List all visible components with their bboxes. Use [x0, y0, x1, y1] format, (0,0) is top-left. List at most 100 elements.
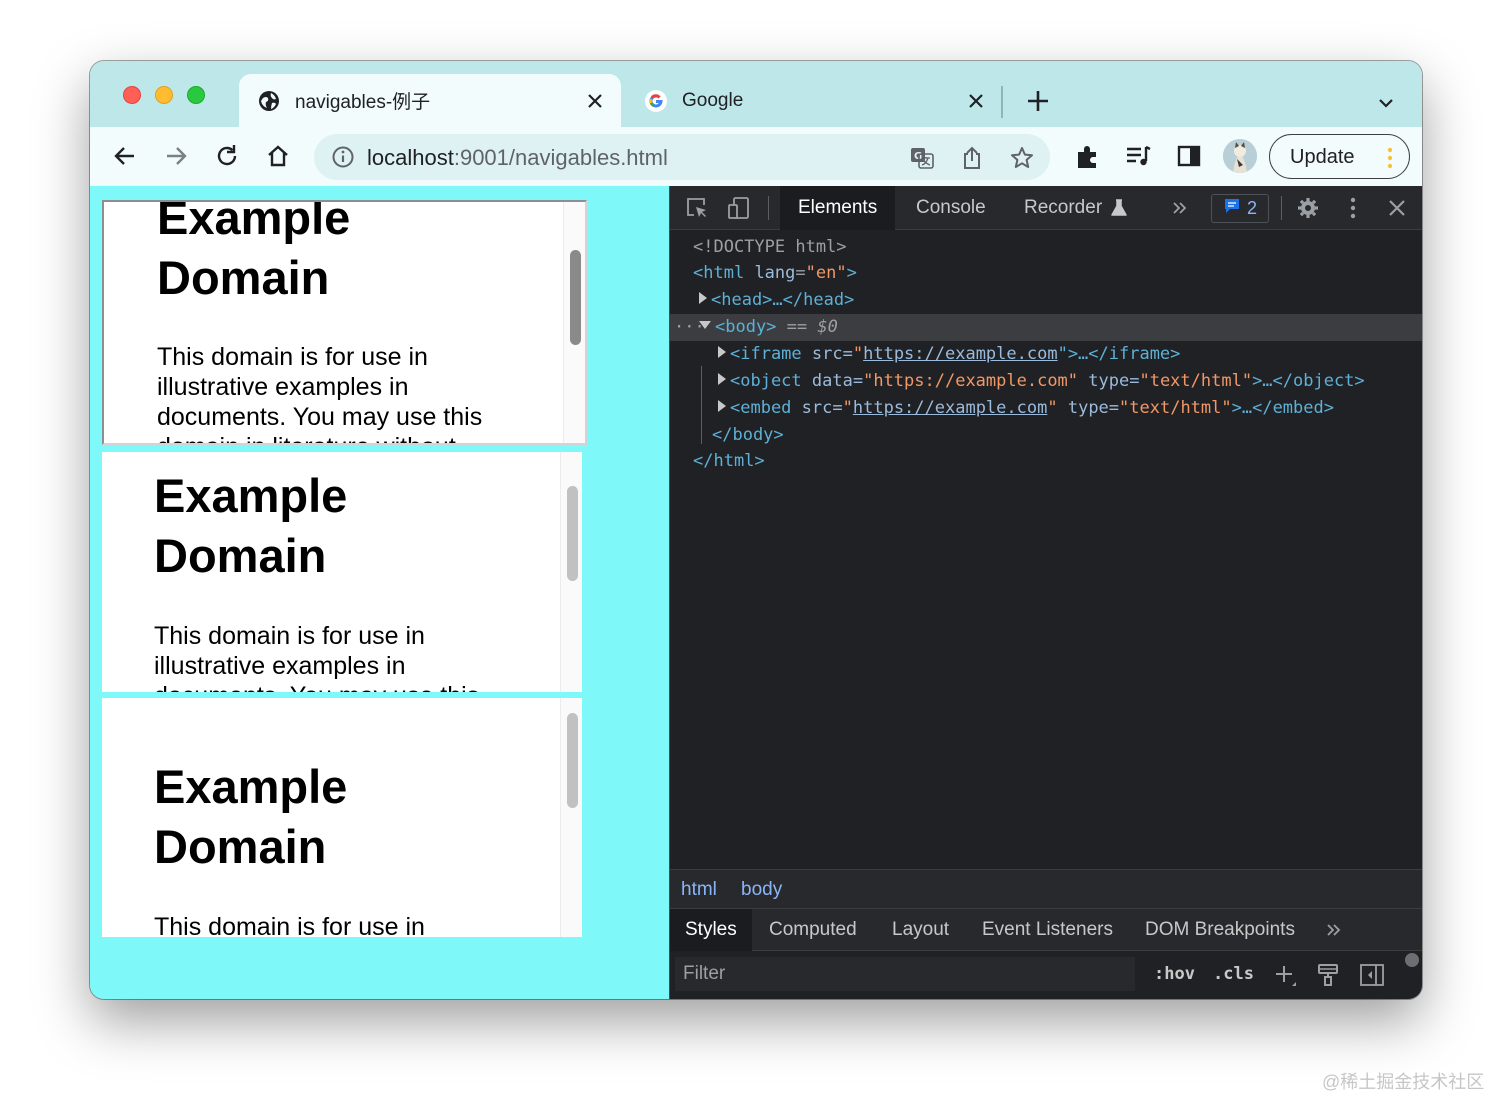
scroll-indicator[interactable]	[1405, 953, 1419, 967]
dom-node-body-close[interactable]: </body>	[712, 422, 784, 449]
watermark-text: @稀土掘金技术社区	[1322, 1072, 1485, 1092]
minimize-window-button[interactable]	[155, 86, 173, 104]
attr-link[interactable]: https://example.com	[853, 398, 1047, 418]
tab-dom-breakpoints[interactable]: DOM Breakpoints	[1130, 909, 1310, 951]
home-icon[interactable]	[263, 141, 293, 171]
tab-recorder[interactable]: Recorder	[1006, 186, 1106, 230]
styles-subtabs: Styles Computed Layout Event Listeners D…	[670, 909, 1422, 951]
dom-node-iframe[interactable]: <iframe src="https://example.com">…</ifr…	[718, 341, 1180, 368]
cls-toggle[interactable]: .cls	[1213, 964, 1254, 984]
collapse-triangle-icon[interactable]	[699, 321, 711, 329]
tab-event-listeners[interactable]: Event Listeners	[967, 909, 1128, 951]
share-icon[interactable]	[959, 145, 985, 171]
url-path: :9001/navigables.html	[453, 145, 668, 170]
issues-badge[interactable]: 2	[1211, 194, 1269, 223]
tab-close-icon[interactable]	[583, 89, 607, 113]
chevron-down-icon[interactable]	[1374, 91, 1398, 115]
extensions-icon[interactable]	[1073, 141, 1103, 171]
attr-name: type=	[1088, 371, 1140, 391]
tab-google[interactable]: Google	[626, 74, 1002, 127]
close-icon[interactable]	[1385, 196, 1409, 220]
tag-name: <body>	[715, 317, 777, 337]
tab-title: Google	[682, 89, 744, 111]
filter-input[interactable]	[675, 957, 1135, 991]
attr-link[interactable]: https://example.com	[863, 344, 1057, 364]
tab-elements[interactable]: Elements	[780, 186, 896, 230]
dom-node-embed[interactable]: <embed src="https://example.com" type="t…	[718, 395, 1334, 422]
expand-triangle-icon[interactable]	[718, 373, 726, 385]
tab-layout[interactable]: Layout	[877, 909, 964, 951]
scrollbar-thumb[interactable]	[570, 250, 581, 345]
tab-close-icon[interactable]	[964, 89, 988, 113]
dom-node-html[interactable]: <html lang="en">	[693, 260, 857, 287]
bookmark-star-icon[interactable]	[1009, 145, 1035, 171]
gear-icon[interactable]	[1296, 196, 1320, 220]
globe-icon	[257, 89, 281, 113]
reload-icon[interactable]	[212, 141, 242, 171]
tag-name: <html	[693, 263, 745, 283]
issues-count: 2	[1246, 198, 1257, 218]
zoom-window-button[interactable]	[187, 86, 205, 104]
new-style-rule-icon[interactable]	[1272, 962, 1298, 988]
dom-node-head[interactable]: <head>…</head>	[699, 287, 854, 314]
more-vert-icon[interactable]	[1387, 146, 1393, 170]
scrollbar-thumb[interactable]	[567, 713, 578, 808]
attr-name: data=	[811, 371, 864, 391]
inspect-element-icon[interactable]	[685, 196, 709, 220]
more-tabs-chevron-icon[interactable]	[1322, 918, 1346, 942]
close-window-button[interactable]	[123, 86, 141, 104]
attr-name: src=	[801, 398, 843, 418]
breadcrumb-html[interactable]: html	[681, 879, 717, 901]
avatar[interactable]	[1223, 139, 1257, 173]
breadcrumb-body[interactable]: body	[741, 879, 782, 901]
devtools-toolbar: Elements Console Recorder 2	[670, 186, 1422, 230]
device-toolbar-icon[interactable]	[727, 196, 751, 220]
tab-separator	[1001, 86, 1003, 118]
attr-value: "https://example.com"	[863, 371, 1079, 391]
tab-strip: navigables-例子 Google	[90, 61, 1422, 127]
browser-toolbar: localhost:9001/navigables.html G Update	[90, 127, 1422, 186]
url-host: localhost	[367, 145, 454, 170]
hov-toggle[interactable]: :hov	[1154, 964, 1195, 984]
scrollbar-thumb[interactable]	[567, 486, 578, 581]
dom-node-html-close[interactable]: </html>	[693, 448, 765, 475]
toggle-sidebar-icon[interactable]	[1359, 962, 1385, 988]
expand-triangle-icon[interactable]	[718, 400, 726, 412]
dom-node-object[interactable]: <object data="https://example.com" type=…	[718, 368, 1365, 395]
embed-frame[interactable]: Example Domain This domain is for use in	[102, 698, 582, 937]
side-panel-icon[interactable]	[1174, 141, 1204, 171]
more-vert-icon[interactable]	[1341, 196, 1365, 220]
media-queue-icon[interactable]	[1123, 141, 1153, 171]
selected-node-marker: == $0	[786, 317, 838, 337]
back-arrow-icon[interactable]	[110, 141, 140, 171]
new-tab-icon[interactable]	[1025, 88, 1051, 114]
frame-scrollbar[interactable]	[563, 202, 585, 443]
tab-styles[interactable]: Styles	[670, 909, 752, 951]
attr-value: "en"	[805, 263, 847, 283]
tab-navigables[interactable]: navigables-例子	[239, 74, 621, 127]
tab-computed[interactable]: Computed	[754, 909, 872, 951]
devtools-panel: Elements Console Recorder 2 <!DOCTYPE ht…	[669, 186, 1422, 999]
update-button[interactable]: Update	[1269, 134, 1410, 179]
translate-icon[interactable]: G	[909, 145, 935, 171]
expand-triangle-icon[interactable]	[699, 292, 707, 304]
more-tabs-chevron-icon[interactable]	[1168, 196, 1192, 220]
dom-node-body[interactable]: ··· <body> == $0	[670, 314, 1422, 341]
attr-name: type=	[1067, 398, 1120, 418]
frame-heading: Example Domain	[154, 760, 348, 873]
url-text[interactable]: localhost:9001/navigables.html	[367, 145, 668, 171]
address-bar[interactable]: localhost:9001/navigables.html G	[314, 134, 1050, 180]
frame-scrollbar[interactable]	[560, 452, 582, 692]
iframe-frame[interactable]: Example Domain This domain is for use in…	[102, 200, 587, 445]
expand-triangle-icon[interactable]	[718, 346, 726, 358]
object-frame[interactable]: Example Domain This domain is for use in…	[102, 452, 582, 692]
page-viewport: Example Domain This domain is for use in…	[90, 186, 669, 999]
site-info-icon[interactable]	[331, 145, 355, 169]
paint-roller-icon[interactable]	[1315, 962, 1341, 988]
tab-title: navigables-例子	[295, 92, 431, 113]
forward-arrow-icon[interactable]	[161, 141, 191, 171]
dom-node-doctype[interactable]: <!DOCTYPE html>	[693, 234, 847, 261]
frame-scrollbar[interactable]	[560, 698, 582, 937]
frame-paragraph: This domain is for use in	[154, 913, 425, 937]
tab-console[interactable]: Console	[898, 186, 1004, 230]
